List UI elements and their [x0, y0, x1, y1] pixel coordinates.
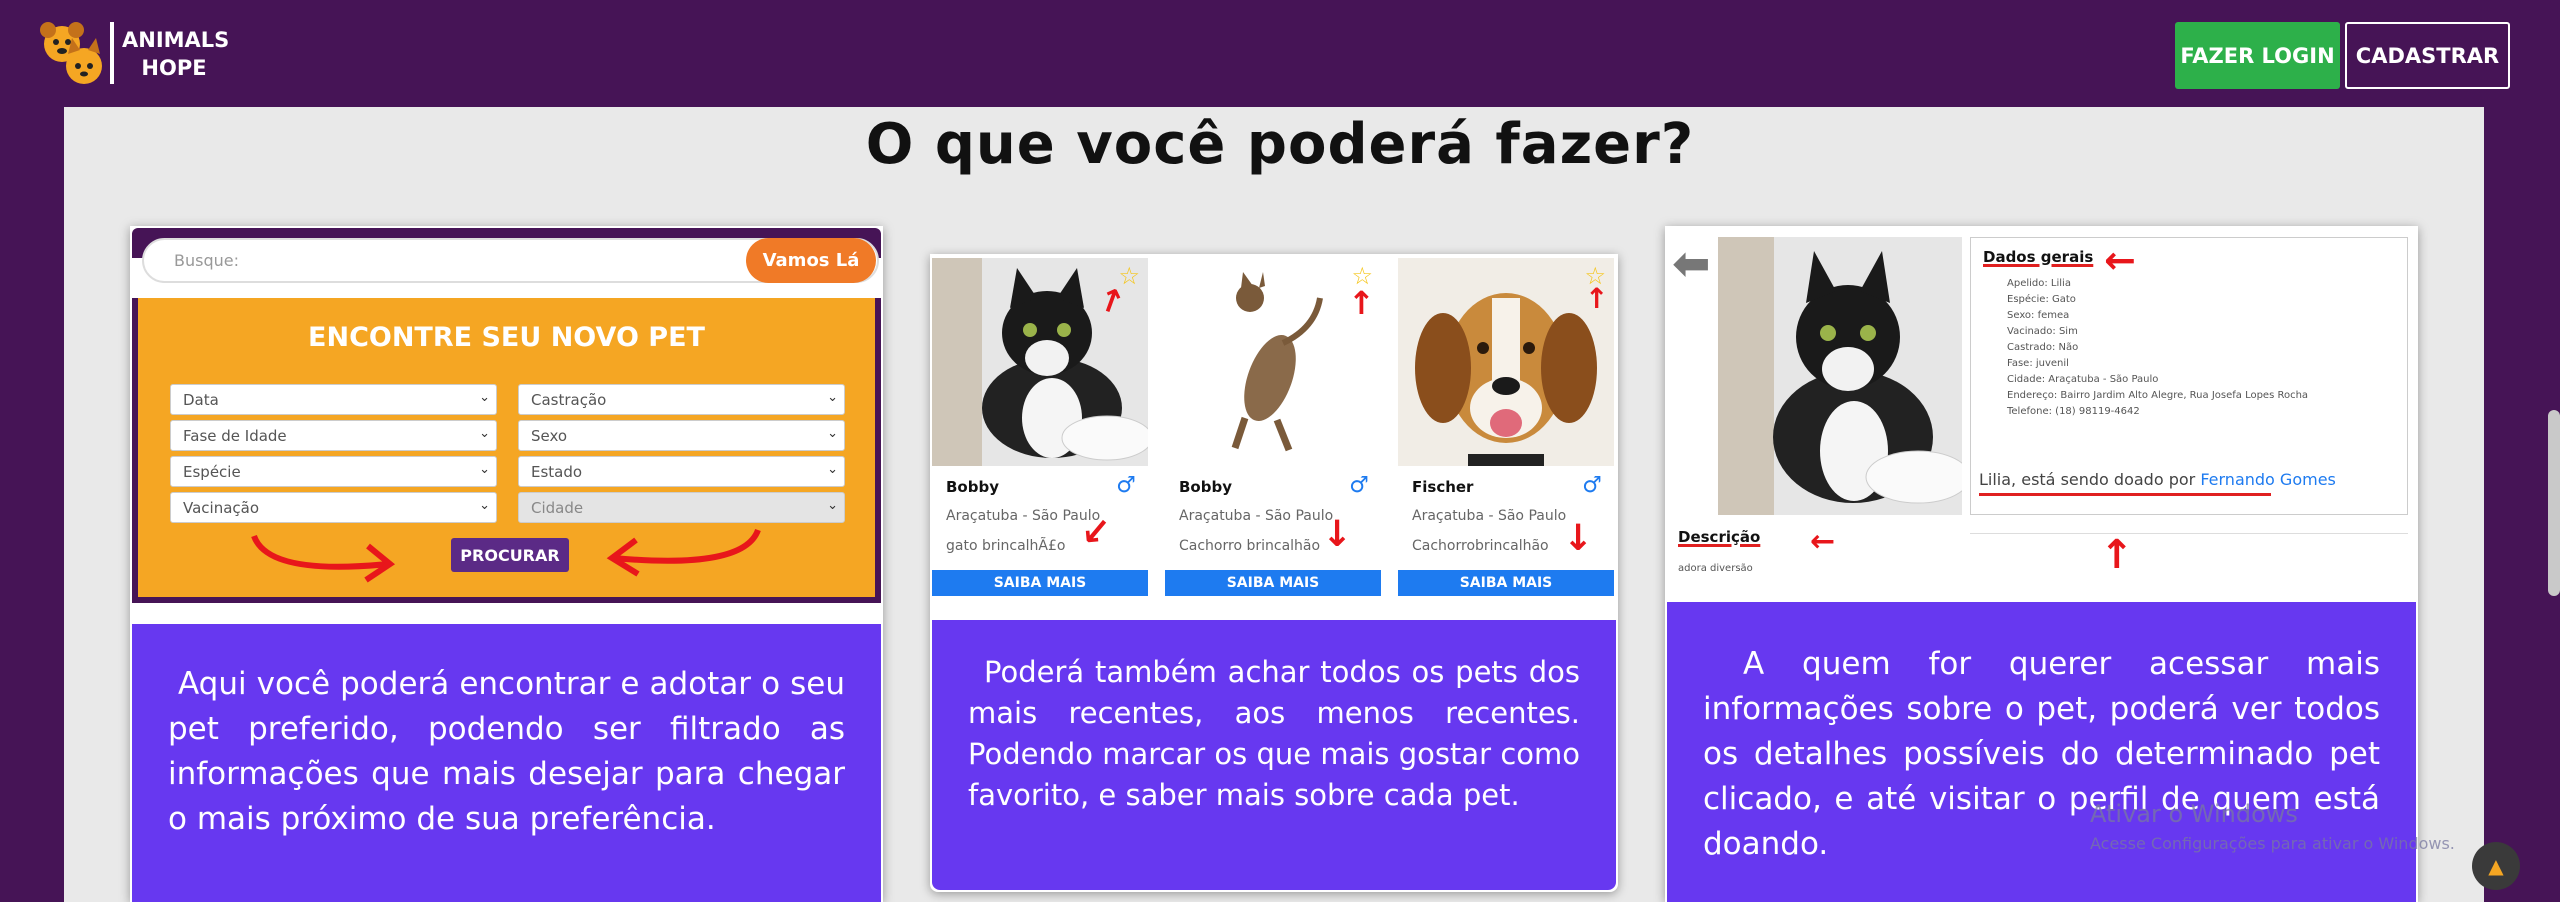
chevron-down-icon: ⌄	[827, 426, 838, 441]
logo-line-1: ANIMALS	[122, 28, 230, 52]
caret-up-icon: ▲	[2488, 854, 2504, 878]
section-title: O que você poderá fazer?	[865, 112, 1695, 177]
pet-detail-photo[interactable]	[1718, 237, 1962, 515]
pet-name: Fischer	[1412, 478, 1474, 496]
pet-description: Cachorrobrincalhão	[1412, 538, 1549, 554]
logo-line-2: HOPE	[141, 56, 207, 80]
register-button[interactable]: CADASTRAR	[2345, 22, 2510, 89]
filter-sex-select[interactable]: Sexo ⌄	[518, 420, 845, 451]
chevron-down-icon: ⌄	[827, 462, 838, 477]
windows-activation-title: Ativar o Windows	[2090, 800, 2298, 828]
pet-description: gato brincalhÃ£o	[946, 538, 1066, 554]
arrow-down-icon: ↓	[1563, 518, 1594, 559]
description-divider	[1970, 533, 2408, 534]
logo-divider	[110, 22, 114, 84]
site-header: ANIMALS HOPE FAZER LOGIN CADASTRAR	[0, 0, 2560, 107]
login-button[interactable]: FAZER LOGIN	[2175, 22, 2340, 89]
page-scrollbar[interactable]	[2548, 410, 2560, 596]
search-go-button[interactable]: Vamos Lá	[746, 238, 876, 283]
chevron-down-icon: ⌄	[479, 390, 490, 405]
detail-sex: Sexo: femea	[2007, 310, 2070, 321]
feature-text-details: A quem for querer acessar mais informaçõ…	[1667, 602, 2416, 902]
filter-panel: ENCONTRE SEU NOVO PET Data ⌄ Castração ⌄ F…	[132, 298, 881, 603]
detail-phone: Telefone: (18) 98119-4642	[2007, 406, 2140, 417]
arrow-up-icon: ↑	[1585, 282, 1609, 315]
filter-date-label: Data	[183, 391, 219, 409]
donor-underline	[1979, 493, 2271, 496]
male-gender-icon: ♂	[1349, 473, 1369, 498]
filter-heading: ENCONTRE SEU NOVO PET	[308, 322, 705, 353]
pet-more-button[interactable]: SAIBA MAIS	[932, 570, 1148, 596]
chevron-down-icon: ⌄	[827, 390, 838, 405]
chevron-down-icon: ⌄	[479, 498, 490, 513]
detail-species: Espécie: Gato	[2007, 294, 2076, 305]
scroll-top-button[interactable]: ▲	[2472, 842, 2520, 890]
pet-city: Araçatuba - São Paulo	[1412, 508, 1567, 524]
feature-text-recent: Poderá também achar todos os pets dos ma…	[932, 620, 1616, 890]
filter-state-select[interactable]: Estado ⌄	[518, 456, 845, 487]
curved-arrow-right-icon	[251, 534, 396, 583]
pet-more-button[interactable]: SAIBA MAIS	[1398, 570, 1614, 596]
filter-castration-label: Castração	[531, 391, 607, 409]
chevron-down-icon: ⌄	[827, 498, 838, 513]
filter-vaccination-select[interactable]: Vacinação ⌄	[170, 492, 497, 523]
arrow-left-icon: ←	[1810, 524, 1836, 559]
back-arrow-icon[interactable]: ⬅	[1672, 236, 1711, 290]
detail-phase: Fase: juvenil	[2007, 358, 2069, 369]
animals-hope-logo-icon[interactable]	[38, 20, 108, 88]
filter-city-select[interactable]: Cidade ⌄	[518, 492, 845, 523]
pet-city: Araçatuba - São Paulo	[1179, 508, 1334, 524]
pet-name: Bobby	[946, 478, 999, 496]
filter-castration-select[interactable]: Castração ⌄	[518, 384, 845, 415]
arrow-left-icon: ←	[2104, 238, 2136, 282]
filter-species-select[interactable]: Espécie ⌄	[170, 456, 497, 487]
detail-city: Cidade: Araçatuba - São Paulo	[2007, 374, 2159, 385]
male-gender-icon: ♂	[1116, 473, 1136, 498]
filter-date-select[interactable]: Data ⌄	[170, 384, 497, 415]
search-submit-button[interactable]: PROCURAR	[451, 538, 569, 572]
details-heading: Dados gerais	[1983, 248, 2094, 266]
logo-text[interactable]: ANIMALS HOPE	[122, 26, 230, 82]
pet-details-panel: Dados gerais Apelido: Lilia Espécie: Gat…	[1970, 237, 2408, 515]
detail-address: Endereço: Bairro Jardim Alto Alegre, Rua…	[2007, 390, 2309, 401]
filter-age-label: Fase de Idade	[183, 427, 287, 445]
filter-state-label: Estado	[531, 463, 583, 481]
donor-line: Lilia, está sendo doado por Fernando Gom…	[1979, 470, 2336, 489]
filter-vaccination-label: Vacinação	[183, 499, 260, 517]
pet-photo[interactable]	[1398, 258, 1614, 466]
pet-name: Bobby	[1179, 478, 1232, 496]
description-heading: Descrição	[1678, 528, 1761, 546]
pet-description: Cachorro brincalhão	[1179, 538, 1321, 554]
windows-activation-subtitle: Acesse Configurações para ativar o Windo…	[2090, 834, 2455, 853]
pet-more-button[interactable]: SAIBA MAIS	[1165, 570, 1381, 596]
curved-arrow-left-icon	[606, 528, 761, 577]
donor-prefix: Lilia, está sendo doado por	[1979, 470, 2196, 489]
filter-species-label: Espécie	[183, 463, 241, 481]
donor-profile-link[interactable]: Fernando Gomes	[2200, 470, 2336, 489]
description-text: adora diversão	[1678, 563, 1753, 574]
chevron-down-icon: ⌄	[479, 462, 490, 477]
chevron-down-icon: ⌄	[479, 426, 490, 441]
male-gender-icon: ♂	[1582, 473, 1602, 498]
pet-city: Araçatuba - São Paulo	[946, 508, 1101, 524]
filter-city-label: Cidade	[531, 499, 584, 517]
arrow-up-icon: ↑	[2100, 532, 2134, 578]
detail-vaccinated: Vacinado: Sim	[2007, 326, 2078, 337]
filter-sex-label: Sexo	[531, 427, 568, 445]
detail-nickname: Apelido: Lilia	[2007, 278, 2071, 289]
arrow-down-icon: ↓	[1322, 514, 1353, 555]
arrow-up-icon: ↑	[1348, 284, 1375, 322]
details-list: Apelido: Lilia Espécie: Gato Sexo: femea…	[2007, 276, 2308, 420]
filter-age-select[interactable]: Fase de Idade ⌄	[170, 420, 497, 451]
feature-text-search: Aqui você poderá encontrar e adotar o se…	[132, 624, 881, 902]
detail-castrated: Castrado: Não	[2007, 342, 2079, 353]
search-placeholder: Busque:	[174, 251, 239, 270]
